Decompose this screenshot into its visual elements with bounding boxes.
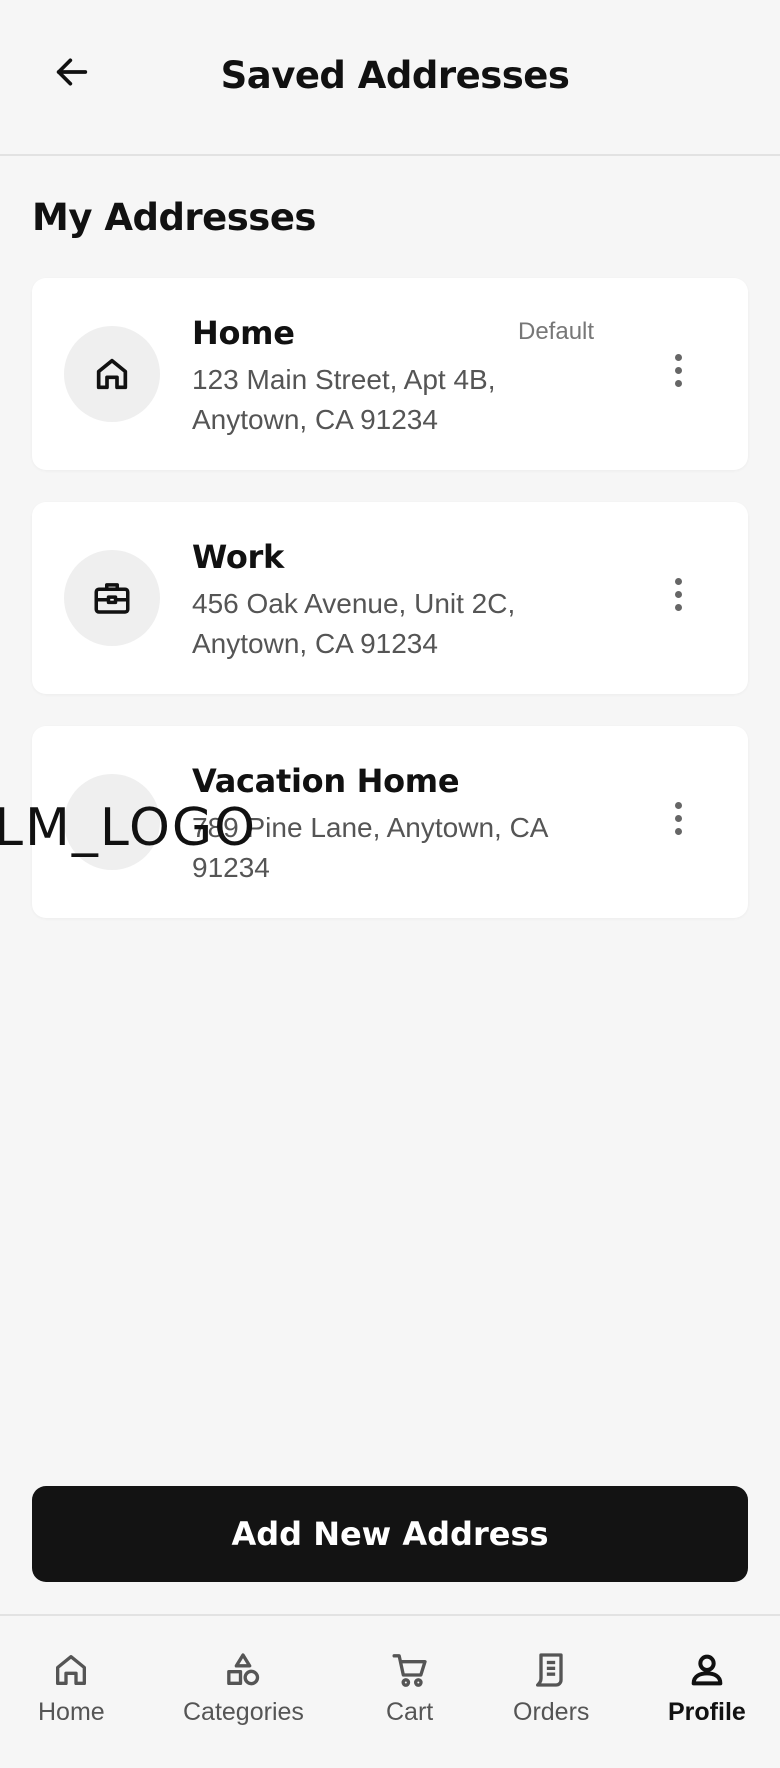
- more-options-button[interactable]: [650, 790, 706, 846]
- address-card-home[interactable]: Home Default 123 Main Street, Apt 4B, An…: [32, 278, 748, 470]
- more-vertical-icon: [674, 577, 682, 585]
- more-options-button[interactable]: [650, 342, 706, 398]
- nav-item-profile[interactable]: Profile: [668, 1650, 746, 1727]
- cart-icon: [392, 1654, 427, 1687]
- page-title: Saved Addresses: [220, 54, 570, 97]
- house-icon: [96, 358, 128, 390]
- nav-label: Categories: [183, 1698, 304, 1726]
- address-card-work[interactable]: Work 456 Oak Avenue, Unit 2C, Anytown, C…: [32, 502, 748, 694]
- address-text: 456 Oak Avenue, Unit 2C, Anytown, CA 912…: [192, 588, 516, 659]
- add-new-address-button[interactable]: Add New Address: [32, 1486, 748, 1582]
- profile-icon: [691, 1654, 723, 1686]
- categories-icon: [227, 1653, 260, 1686]
- section-title: My Addresses: [32, 196, 316, 239]
- nav-item-orders[interactable]: Orders: [513, 1650, 589, 1727]
- more-vertical-icon: [674, 353, 682, 361]
- address-name: Work: [192, 538, 285, 576]
- more-vertical-icon: [674, 801, 682, 809]
- address-icon-circle: [64, 550, 160, 646]
- nav-label: Cart: [386, 1698, 434, 1726]
- more-options-button[interactable]: [650, 566, 706, 622]
- nav-item-home[interactable]: Home: [38, 1650, 105, 1727]
- orders-icon: [536, 1653, 563, 1687]
- default-badge: Default: [518, 318, 595, 345]
- bottom-nav: Home Categories Cart Orders Profile: [0, 1614, 780, 1768]
- address-icon-circle: [64, 774, 160, 870]
- address-card-vacation[interactable]: Vacation Home 789 Pine Lane, Anytown, CA…: [32, 726, 748, 918]
- nav-label: Home: [38, 1698, 105, 1726]
- address-name: Vacation Home: [192, 762, 460, 800]
- address-icon-circle: [64, 326, 160, 422]
- address-text: 789 Pine Lane, Anytown, CA 91234: [192, 812, 547, 883]
- nav-item-cart[interactable]: Cart: [386, 1650, 433, 1727]
- nav-label: Orders: [513, 1698, 590, 1726]
- briefcase-icon: [94, 583, 130, 614]
- home-icon: [56, 1655, 87, 1685]
- address-name: Home: [192, 314, 295, 352]
- app-header: Saved Addresses: [0, 0, 780, 156]
- nav-label: Profile: [668, 1698, 746, 1726]
- address-text: 123 Main Street, Apt 4B, Anytown, CA 912…: [192, 364, 496, 435]
- nav-item-categories[interactable]: Categories: [183, 1650, 304, 1727]
